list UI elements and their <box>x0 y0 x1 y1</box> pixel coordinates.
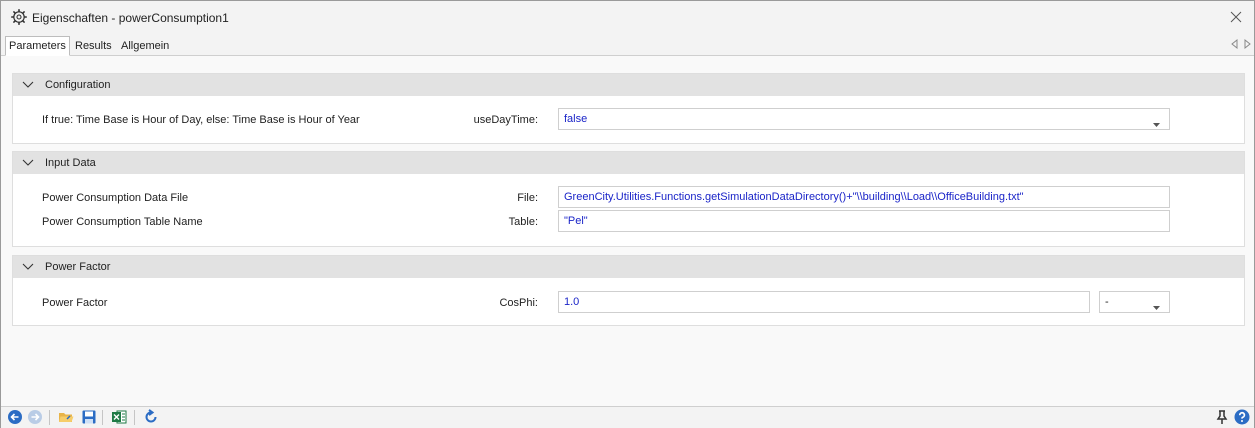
row-description: If true: Time Base is Hour of Day, else:… <box>42 114 360 126</box>
section-header-configuration[interactable]: Configuration <box>13 74 1244 96</box>
unit-dropdown[interactable]: - <box>1099 291 1170 313</box>
row-description: Power Factor <box>42 297 108 309</box>
help-icon[interactable] <box>1234 409 1250 425</box>
usedaytime-value: false <box>564 113 588 125</box>
section-input-data: Input Data Power Consumption Data File F… <box>12 151 1245 247</box>
open-folder-icon[interactable] <box>58 409 74 425</box>
tab-allgemein[interactable]: Allgemein <box>121 37 169 55</box>
row-description: Power Consumption Table Name <box>42 216 203 228</box>
file-input[interactable]: GreenCity.Utilities.Functions.getSimulat… <box>558 186 1170 208</box>
tab-results[interactable]: Results <box>75 37 112 55</box>
forward-icon[interactable] <box>27 409 43 425</box>
row-key: useDayTime: <box>473 114 538 126</box>
refresh-icon[interactable] <box>143 409 159 425</box>
cosphi-value: 1.0 <box>564 296 580 308</box>
parameters-panel: Configuration If true: Time Base is Hour… <box>1 56 1254 405</box>
toolbar-separator <box>49 410 50 425</box>
file-value: GreenCity.Utilities.Functions.getSimulat… <box>564 191 1024 203</box>
unit-value: - <box>1105 296 1109 308</box>
close-icon[interactable] <box>1228 9 1244 25</box>
tab-scroll-right-icon[interactable] <box>1241 38 1253 50</box>
tab-scroll-left-icon[interactable] <box>1229 38 1241 50</box>
pin-icon[interactable] <box>1214 409 1230 425</box>
row-description: Power Consumption Data File <box>42 192 189 204</box>
bottom-toolbar <box>1 406 1254 428</box>
section-power-factor: Power Factor Power Factor CosPhi: 1.0 - <box>12 255 1245 326</box>
table-value: "Pel" <box>564 215 588 227</box>
row-key: Table: <box>508 216 538 228</box>
usedaytime-dropdown[interactable]: false <box>558 108 1170 130</box>
section-header-power-factor[interactable]: Power Factor <box>13 256 1244 278</box>
chevron-down-icon[interactable] <box>22 158 34 168</box>
gear-icon <box>11 9 27 25</box>
cosphi-input[interactable]: 1.0 <box>558 291 1090 313</box>
row-key: File: <box>517 192 538 204</box>
tab-bar: Parameters Results Allgemein <box>1 35 1254 56</box>
section-title: Input Data <box>45 157 96 169</box>
tab-parameters[interactable]: Parameters <box>5 36 70 56</box>
section-header-input-data[interactable]: Input Data <box>13 152 1244 174</box>
toolbar-separator <box>134 410 135 425</box>
chevron-down-icon[interactable] <box>22 262 34 272</box>
excel-icon[interactable] <box>111 409 127 425</box>
chevron-down-icon <box>1153 118 1160 127</box>
toolbar-separator <box>102 410 103 425</box>
section-title: Power Factor <box>45 261 111 273</box>
properties-window: Eigenschaften - powerConsumption1 Parame… <box>0 0 1255 428</box>
row-key: CosPhi: <box>499 297 538 309</box>
chevron-down-icon <box>1153 301 1160 310</box>
chevron-down-icon[interactable] <box>22 80 34 90</box>
section-configuration: Configuration If true: Time Base is Hour… <box>12 73 1245 144</box>
title-bar: Eigenschaften - powerConsumption1 <box>1 1 1254 35</box>
table-input[interactable]: "Pel" <box>558 210 1170 232</box>
save-icon[interactable] <box>81 409 97 425</box>
window-title: Eigenschaften - powerConsumption1 <box>32 11 229 25</box>
section-title: Configuration <box>45 79 111 91</box>
back-icon[interactable] <box>7 409 23 425</box>
